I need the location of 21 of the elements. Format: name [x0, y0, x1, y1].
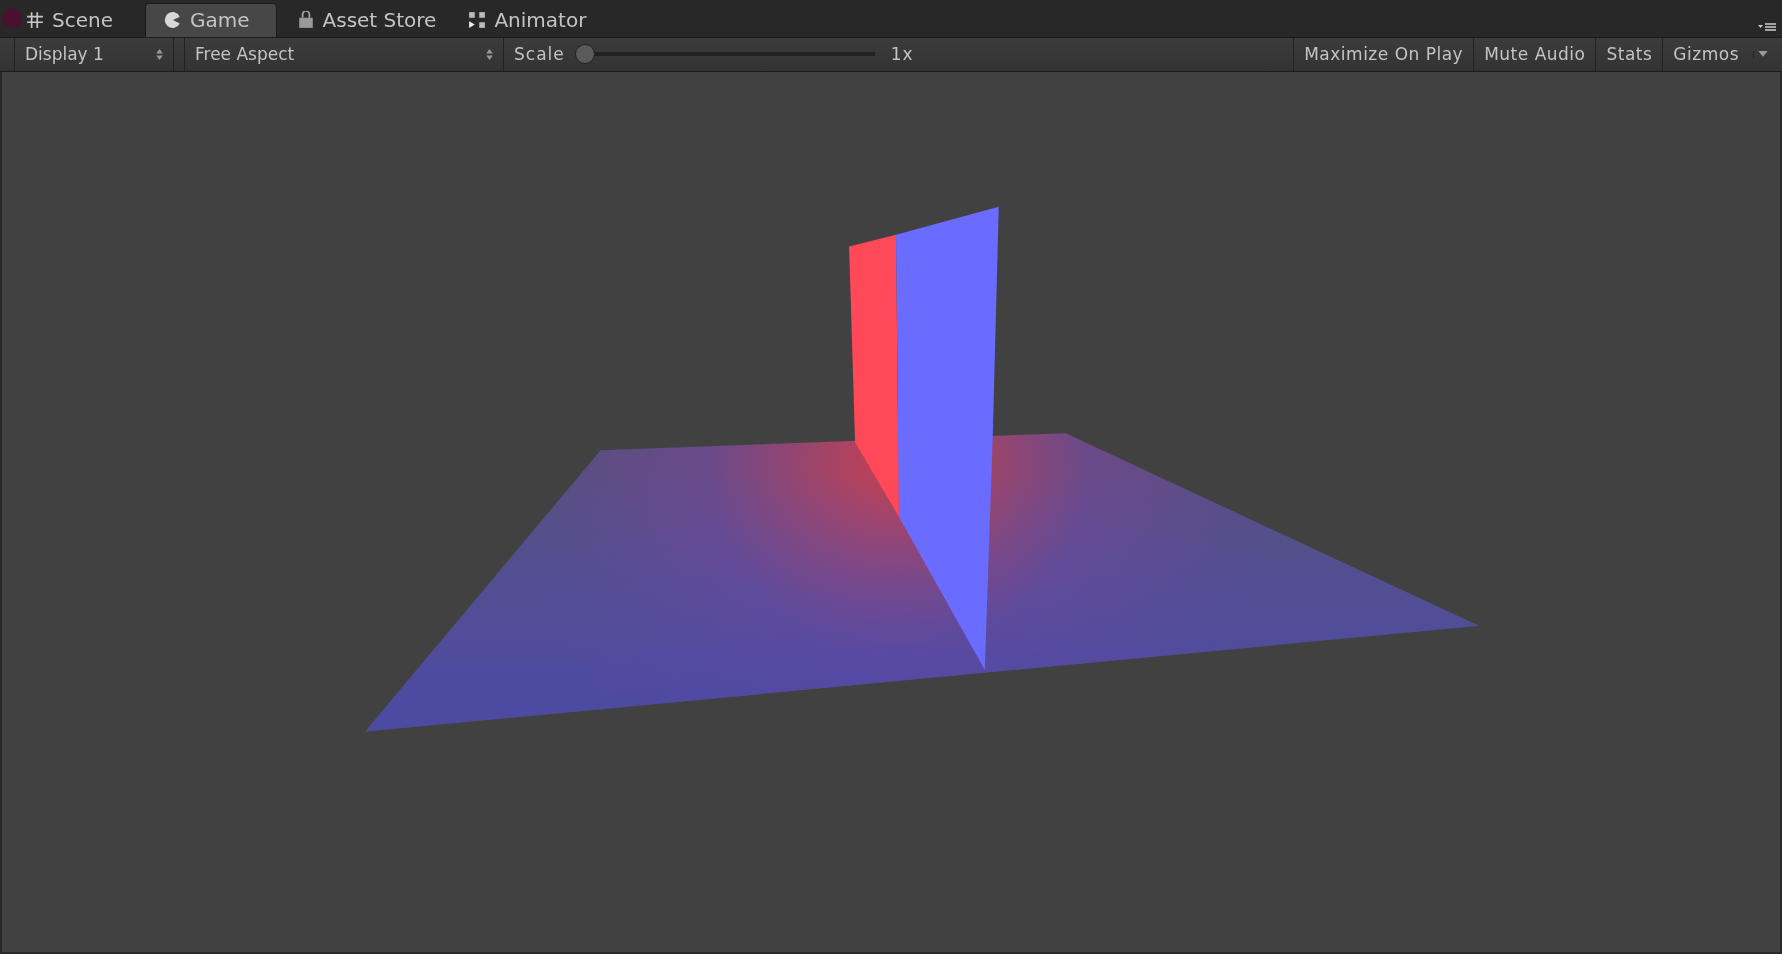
scale-label: Scale [513, 43, 565, 67]
toggle-button[interactable]: Stats [1595, 37, 1663, 71]
updown-icon [156, 48, 163, 60]
toggle-button[interactable]: Maximize On Play [1293, 37, 1474, 71]
tab[interactable]: Scene [18, 2, 133, 37]
dropdown-arrow-icon[interactable] [1753, 50, 1768, 58]
display-dropdown[interactable]: Display 1 [14, 37, 174, 71]
menu-icon[interactable] [1758, 21, 1776, 33]
slider-thumb[interactable] [574, 44, 595, 65]
grid-icon [26, 10, 44, 29]
tab[interactable]: Game [145, 2, 277, 37]
scale-reading: 1x [889, 43, 914, 67]
toggle-button[interactable]: Mute Audio [1473, 37, 1596, 71]
tab[interactable]: Asset Store [288, 2, 457, 37]
updown-icon [486, 48, 493, 60]
nodes-icon [468, 10, 487, 29]
tab[interactable]: Animator [460, 2, 607, 37]
gizmos-button[interactable]: Gizmos [1662, 37, 1749, 71]
aspect-dropdown[interactable]: Free Aspect [184, 37, 504, 71]
record-dot-icon [2, 8, 22, 28]
pacman-icon [164, 11, 182, 30]
